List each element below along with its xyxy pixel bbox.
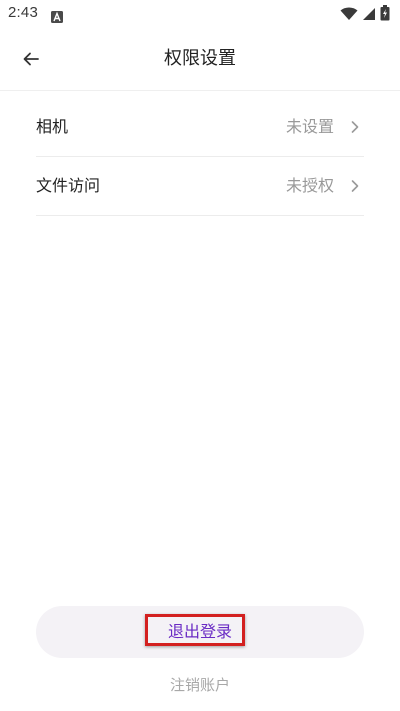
status-icons bbox=[340, 5, 390, 25]
chevron-right-icon bbox=[350, 178, 360, 194]
status-time: 2:43 bbox=[8, 4, 38, 21]
settings-list: 相机 未设置 文件访问 未授权 bbox=[36, 98, 364, 216]
page-title: 权限设置 bbox=[164, 48, 236, 69]
settings-row-file-access[interactable]: 文件访问 未授权 bbox=[36, 157, 364, 216]
logout-label: 退出登录 bbox=[167, 622, 232, 641]
arrow-left-icon bbox=[23, 51, 39, 70]
wifi-icon bbox=[340, 6, 358, 25]
app-header: 权限设置 bbox=[0, 28, 400, 91]
battery-charging-icon bbox=[380, 5, 390, 25]
row-value: 未设置 bbox=[285, 117, 334, 136]
chevron-right-icon bbox=[350, 119, 360, 135]
back-button[interactable] bbox=[16, 45, 46, 75]
permission-settings-screen: 2:43 权限设置 相机 未设置 文件访问 未授权 退出登录 注销账户 bbox=[0, 0, 400, 711]
signal-icon bbox=[362, 6, 376, 25]
a-badge-icon bbox=[51, 8, 63, 23]
row-value: 未授权 bbox=[285, 176, 334, 195]
row-label: 相机 bbox=[36, 117, 69, 136]
logout-button[interactable]: 退出登录 bbox=[36, 606, 364, 658]
status-bar: 2:43 bbox=[0, 0, 400, 28]
delete-account-link[interactable]: 注销账户 bbox=[0, 674, 400, 695]
settings-row-camera[interactable]: 相机 未设置 bbox=[36, 98, 364, 157]
row-label: 文件访问 bbox=[36, 176, 101, 195]
